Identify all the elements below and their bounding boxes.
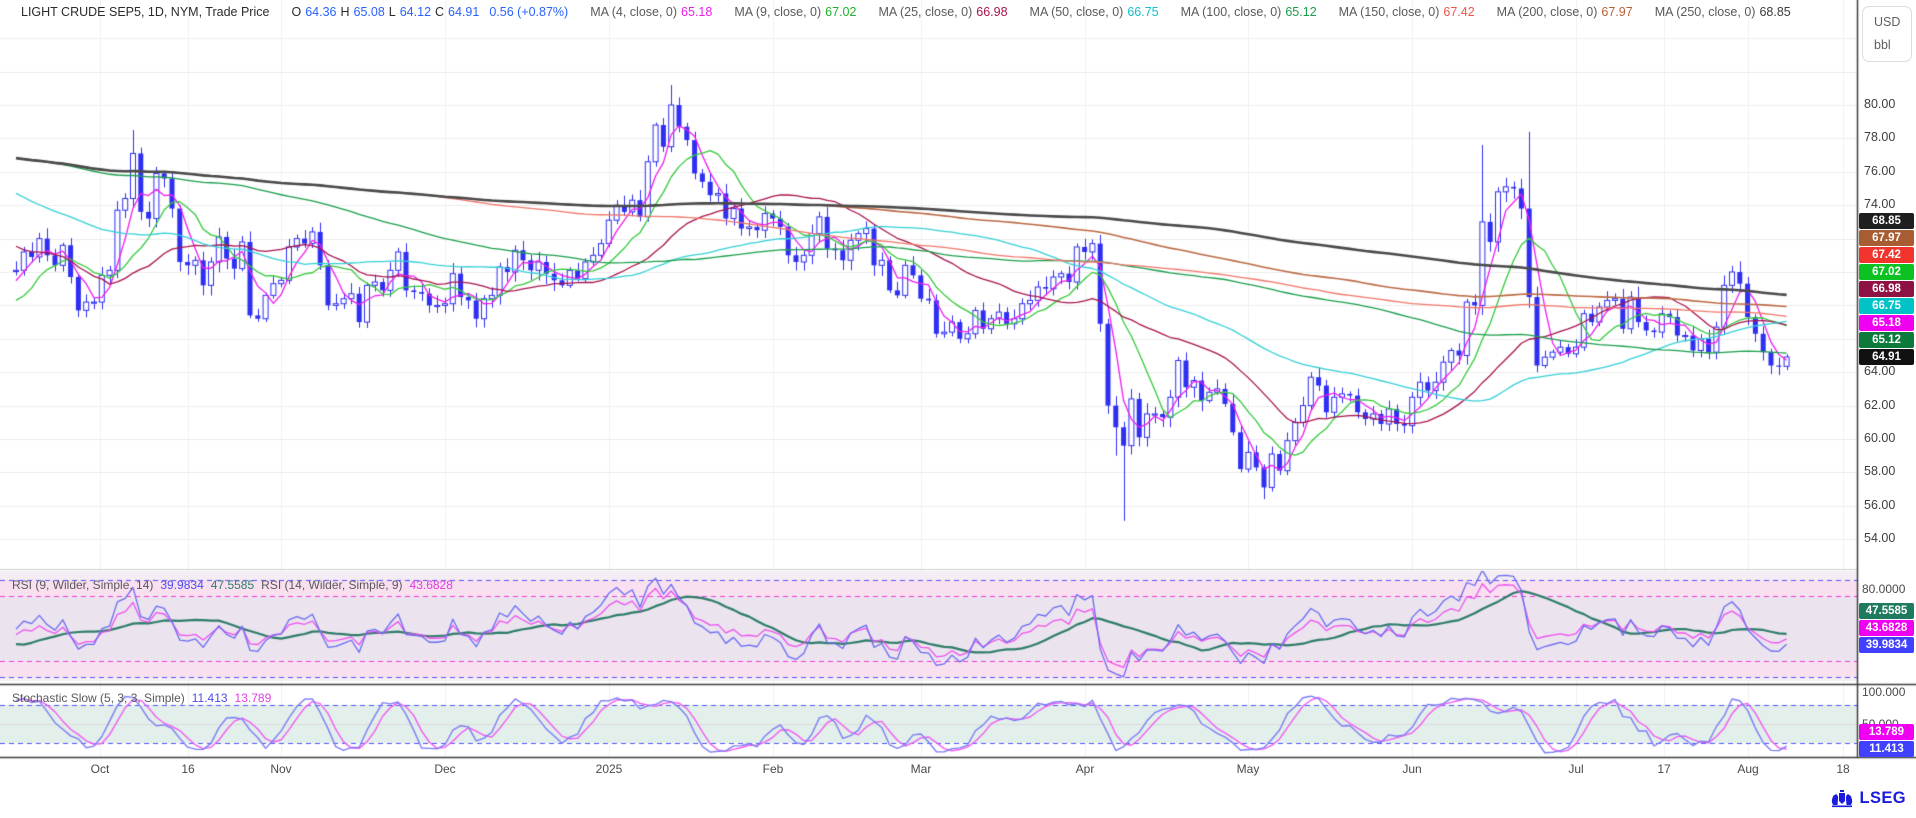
rsi-legend-item: 39.9834 xyxy=(160,578,203,592)
time-axis-label: Aug xyxy=(1737,762,1758,776)
ohlc-label: C xyxy=(435,5,444,19)
price-tag: 65.18 xyxy=(1859,315,1914,331)
rsi-tick-label: 80.0000 xyxy=(1862,582,1905,596)
price-tick-label: 78.00 xyxy=(1864,130,1895,144)
price-tag: 68.85 xyxy=(1859,213,1914,229)
stoch-legend-item: Stochastic Slow (5, 3, 3, Simple) xyxy=(12,691,185,705)
instrument-title: LIGHT CRUDE SEP5, 1D, NYM, Trade Price xyxy=(21,5,269,19)
price-tag: 66.98 xyxy=(1859,281,1914,297)
ma-value: 65.12 xyxy=(1285,5,1316,19)
lseg-crest-icon xyxy=(1830,789,1854,808)
ohlc-label: L xyxy=(389,5,396,19)
rsi-tag: 43.6828 xyxy=(1859,620,1914,636)
ohlc-label: H xyxy=(340,5,349,19)
stoch-tag: 13.789 xyxy=(1859,724,1914,740)
rsi-legend-item: RSI (14, Wilder, Simple, 9) xyxy=(261,578,402,592)
time-axis-label: Apr xyxy=(1076,762,1095,776)
time-axis-label: May xyxy=(1237,762,1260,776)
price-tick-label: 76.00 xyxy=(1864,164,1895,178)
ma-legend-item: MA (150, close, 0)67.42 xyxy=(1328,5,1486,19)
time-axis-label: Mar xyxy=(911,762,932,776)
time-axis-label: 2025 xyxy=(596,762,623,776)
ma-legend-item: MA (25, close, 0) 66.98 xyxy=(867,5,1018,19)
ma-legend-item: MA (50, close, 0)66.75 xyxy=(1019,5,1170,19)
price-tick-label: 54.00 xyxy=(1864,531,1895,545)
rsi-legend-item: 47.5585 xyxy=(211,578,254,592)
ma-value: 67.97 xyxy=(1601,5,1632,19)
time-axis-label: 16 xyxy=(181,762,194,776)
stochastic-legend: Stochastic Slow (5, 3, 3, Simple) 11.413 1… xyxy=(12,691,271,705)
ma-value: 68.85 xyxy=(1759,5,1790,19)
price-tick-label: 60.00 xyxy=(1864,431,1895,445)
instrument-title-group: LIGHT CRUDE SEP5, 1D, NYM, Trade Price xyxy=(10,5,280,19)
rsi-legend: RSI (9, Wilder, Simple, 14) 39.9834 47.558… xyxy=(12,578,453,592)
lseg-wordmark: LSEG xyxy=(1859,789,1906,808)
stoch-tick-label: 100.000 xyxy=(1862,685,1905,699)
rsi-tag: 47.5585 xyxy=(1859,603,1914,619)
price-tick-label: 56.00 xyxy=(1864,498,1895,512)
price-tag: 67.97 xyxy=(1859,230,1914,246)
unit-label: bbl xyxy=(1874,38,1911,52)
price-tag: 64.91 xyxy=(1859,349,1914,365)
ma-legend-item: MA (200, close, 0)67.97 xyxy=(1486,5,1644,19)
price-tick-label: 64.00 xyxy=(1864,364,1895,378)
ohlc-label: O xyxy=(291,5,301,19)
ma-legend-item: MA (100, close, 0)65.12 xyxy=(1170,5,1328,19)
ohlc-value: 65.08 xyxy=(354,5,385,19)
price-tick-label: 80.00 xyxy=(1864,97,1895,111)
price-tag: 66.75 xyxy=(1859,298,1914,314)
chart-application: LIGHT CRUDE SEP5, 1D, NYM, Trade PriceO6… xyxy=(0,0,1916,818)
axis-unit-box[interactable]: USD bbl xyxy=(1862,6,1912,62)
rsi-legend-item: 43.6828 xyxy=(410,578,453,592)
stoch-tag: 11.413 xyxy=(1859,741,1914,757)
chart-canvas[interactable] xyxy=(0,0,1916,818)
ohlc-value: 64.36 xyxy=(305,5,336,19)
price-tick-label: 62.00 xyxy=(1864,398,1895,412)
ma-value: 66.75 xyxy=(1127,5,1158,19)
ma-legend-item: MA (4, close, 0) 65.18 xyxy=(579,5,723,19)
time-axis-label: Dec xyxy=(434,762,455,776)
ma-label: MA (200, close, 0) xyxy=(1497,5,1598,19)
ma-legend-item: MA (9, close, 0) 67.02 xyxy=(723,5,867,19)
time-axis-label: Oct xyxy=(91,762,110,776)
ma-label: MA (250, close, 0) xyxy=(1655,5,1756,19)
ma-value: 67.02 xyxy=(825,5,856,19)
ma-value: 67.42 xyxy=(1443,5,1474,19)
ma-value: 65.18 xyxy=(681,5,712,19)
ohlc-value: 64.91 xyxy=(448,5,479,19)
time-axis-label: 17 xyxy=(1657,762,1670,776)
ma-label: MA (4, close, 0) xyxy=(590,5,677,19)
ma-value: 66.98 xyxy=(976,5,1007,19)
price-tag: 65.12 xyxy=(1859,332,1914,348)
ma-label: MA (100, close, 0) xyxy=(1181,5,1282,19)
time-axis-label: 18 xyxy=(1836,762,1849,776)
stoch-legend-item: 11.413 xyxy=(192,691,228,705)
rsi-legend-item: RSI (9, Wilder, Simple, 14) xyxy=(12,578,153,592)
currency-label: USD xyxy=(1874,15,1911,29)
ohlc-value: 64.12 xyxy=(400,5,431,19)
ma-label: MA (150, close, 0) xyxy=(1339,5,1440,19)
chart-legend: LIGHT CRUDE SEP5, 1D, NYM, Trade PriceO6… xyxy=(10,5,1802,19)
ma-label: MA (9, close, 0) xyxy=(734,5,821,19)
ma-legend-item: MA (250, close, 0)68.85 xyxy=(1644,5,1802,19)
ma-label: MA (50, close, 0) xyxy=(1030,5,1124,19)
ma-label: MA (25, close, 0) xyxy=(878,5,972,19)
rsi-tag: 39.9834 xyxy=(1859,637,1914,653)
ohlc-group: O 64.36 H 65.08 L 64.12 C 64.91 0.56 (+0.87%) xyxy=(280,5,579,19)
price-tag: 67.42 xyxy=(1859,247,1914,263)
price-tag: 67.02 xyxy=(1859,264,1914,280)
stoch-legend-item: 13.789 xyxy=(235,691,272,705)
time-axis-label: Jul xyxy=(1568,762,1583,776)
time-axis-label: Feb xyxy=(763,762,784,776)
price-tick-label: 58.00 xyxy=(1864,464,1895,478)
change-value: 0.56 (+0.87%) xyxy=(489,5,568,19)
price-tick-label: 74.00 xyxy=(1864,197,1895,211)
time-axis-label: Nov xyxy=(270,762,291,776)
time-axis-label: Jun xyxy=(1402,762,1421,776)
lseg-logo: LSEG xyxy=(1830,789,1906,808)
